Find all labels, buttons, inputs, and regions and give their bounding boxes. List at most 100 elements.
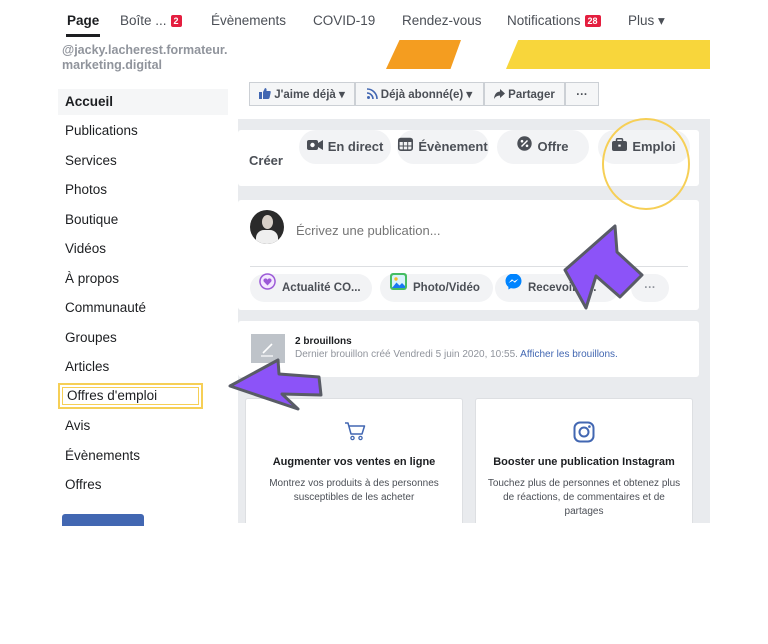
sidebar-item-shop[interactable]: Boutique (58, 207, 228, 233)
event-button[interactable]: Évènement (397, 130, 489, 164)
instagram-icon (573, 421, 595, 443)
avatar-face (262, 215, 273, 229)
notifications-badge: 28 (584, 15, 601, 27)
tab-notifications[interactable]: Notifications 28 (507, 13, 601, 28)
drafts-subtitle-line: Dernier brouillon créé Vendredi 5 juin 2… (295, 349, 618, 360)
like-label: J'aime déjà ▾ (274, 89, 345, 101)
thumbs-up-icon (259, 88, 271, 100)
live-label: En direct (327, 139, 384, 154)
active-tab-indicator (66, 34, 100, 37)
sidebar-item-label: Communauté (65, 300, 147, 315)
sidebar-item-about[interactable]: À propos (58, 266, 228, 292)
inbox-badge: 2 (170, 15, 182, 27)
sidebar-item-label: Articles (65, 359, 110, 374)
tab-covid[interactable]: COVID-19 (313, 13, 375, 28)
cover-orange-shape (386, 40, 461, 69)
messenger-button[interactable]: Recevoir d... (495, 274, 619, 302)
cover-yellow-shape (506, 40, 710, 69)
tab-events-label: Évènements (211, 13, 287, 28)
sidebar-item-articles[interactable]: Articles (58, 354, 228, 380)
follow-label: Déjà abonné(e) ▾ (380, 89, 473, 101)
promo-sales-desc: Montrez vos produits à des personnes sus… (269, 478, 439, 503)
draft-icon (251, 334, 285, 363)
follow-button[interactable]: Déjà abonné(e) ▾ (355, 82, 484, 106)
page-sidebar: @jacky.lacherest.formateur.marketing.dig… (58, 40, 230, 526)
sidebar-item-label: Photos (65, 182, 108, 197)
photo-video-button[interactable]: Photo/Vidéo (380, 273, 493, 302)
sidebar-item-label: Avis (65, 418, 91, 433)
promote-button[interactable] (62, 514, 144, 526)
heart-badge-icon (259, 273, 276, 301)
page-action-bar: J'aime déjà ▾ Déjà abonné(e) ▾ Partager … (238, 69, 710, 119)
facebook-page-screenshot: Page Boîte ... 2 Évènements COVID-19 Rend… (0, 0, 768, 644)
page-main-column: J'aime déjà ▾ Déjà abonné(e) ▾ Partager … (238, 40, 710, 523)
sidebar-item-label: Offres (65, 477, 102, 492)
sidebar-item-publications[interactable]: Publications (58, 118, 228, 144)
video-camera-icon (306, 130, 323, 164)
share-arrow-icon (494, 88, 506, 99)
page-handle: @jacky.lacherest.formateur.marketing.dig… (62, 43, 228, 72)
promo-card-sales[interactable]: Augmenter vos ventes en ligne Montrez vo… (245, 398, 463, 523)
promo-sales-title: Augmenter vos ventes en ligne (272, 456, 436, 468)
share-button[interactable]: Partager (484, 82, 565, 106)
live-button[interactable]: En direct (299, 130, 391, 164)
sidebar-item-label: Publications (65, 123, 138, 138)
sidebar-item-job-offers[interactable]: Offres d'emploi (58, 383, 203, 409)
tab-notifications-label: Notifications (507, 13, 581, 28)
tab-appointments[interactable]: Rendez-vous (402, 13, 482, 28)
sidebar-item-community[interactable]: Communauté (58, 295, 228, 321)
sidebar-item-videos[interactable]: Vidéos (58, 236, 228, 262)
cart-icon (345, 422, 366, 441)
drafts-card: 2 brouillons Dernier brouillon créé Vend… (238, 321, 699, 377)
offer-button[interactable]: Offre (497, 130, 589, 164)
composer-divider (250, 266, 688, 267)
sidebar-item-label: Évènements (65, 448, 141, 463)
sidebar-item-label: À propos (65, 271, 120, 286)
sidebar-item-home[interactable]: Accueil (58, 89, 228, 115)
page-top-nav: Page Boîte ... 2 Évènements COVID-19 Rend… (0, 0, 768, 40)
rss-icon (366, 88, 378, 100)
photo-icon (390, 273, 407, 301)
avatar (250, 210, 284, 244)
share-label: Partager (508, 89, 555, 101)
sidebar-item-groups[interactable]: Groupes (58, 325, 228, 351)
composer-card: Actualité CO... Photo/Vidéo Recevoir d..… (238, 200, 699, 310)
job-label: Emploi (632, 139, 676, 154)
sidebar-item-offers[interactable]: Offres (58, 472, 228, 498)
tab-events[interactable]: Évènements (211, 13, 286, 28)
messenger-icon (505, 274, 522, 301)
job-button[interactable]: Emploi (598, 130, 690, 164)
photo-video-label: Photo/Vidéo (413, 282, 480, 295)
tab-more-label: Plus ▾ (628, 13, 665, 28)
create-card: Créer En direct Évènement Offre Emploi (238, 130, 699, 186)
sidebar-item-reviews[interactable]: Avis (58, 413, 228, 439)
tab-appointments-label: Rendez-vous (402, 13, 482, 28)
sidebar-item-photos[interactable]: Photos (58, 177, 228, 203)
sidebar-item-services[interactable]: Services (58, 148, 228, 174)
promo-instagram-desc: Touchez plus de personnes et obtenez plu… (487, 478, 681, 517)
covid-update-button[interactable]: Actualité CO... (250, 273, 372, 302)
drafts-title: 2 brouillons (295, 336, 352, 347)
sidebar-item-events[interactable]: Évènements (58, 443, 228, 469)
create-label: Créer (249, 153, 283, 168)
tab-more[interactable]: Plus ▾ (628, 13, 665, 29)
drafts-subtitle: Dernier brouillon créé Vendredi 5 juin 2… (295, 349, 518, 360)
more-actions-button[interactable]: ··· (565, 82, 599, 106)
show-drafts-link[interactable]: Afficher les brouillons. (520, 349, 618, 360)
tab-inbox[interactable]: Boîte ... 2 (120, 13, 182, 28)
sidebar-item-label: Vidéos (65, 241, 107, 256)
tab-covid-label: COVID-19 (313, 13, 376, 28)
pencil-icon (261, 343, 273, 357)
more-composer-button[interactable]: ··· (631, 274, 669, 302)
promo-card-instagram[interactable]: Booster une publication Instagram Touche… (475, 398, 693, 523)
more-composer-label: ··· (644, 282, 656, 294)
compose-input[interactable] (296, 223, 676, 238)
sidebar-item-label: Boutique (65, 212, 119, 227)
event-label: Évènement (418, 139, 488, 154)
more-actions-label: ··· (576, 89, 588, 101)
briefcase-icon (612, 130, 628, 164)
sidebar-item-label: Offres d'emploi (67, 388, 158, 403)
like-button[interactable]: J'aime déjà ▾ (249, 82, 355, 106)
calendar-icon (398, 130, 414, 164)
tab-page[interactable]: Page (67, 13, 99, 28)
